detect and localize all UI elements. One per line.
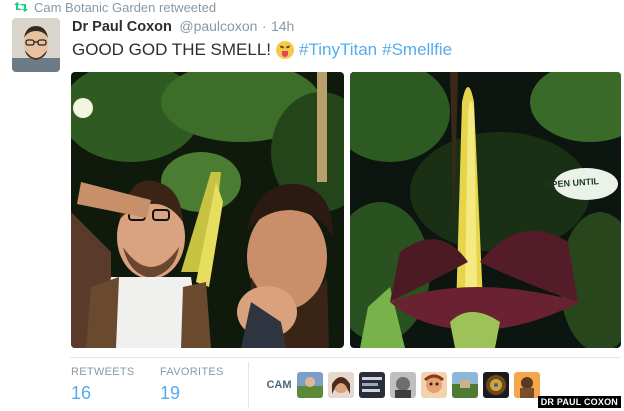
- favorites-label: FAVORITES: [160, 366, 224, 378]
- retweet-icon: [14, 2, 28, 12]
- tweet-timestamp[interactable]: 14h: [271, 18, 294, 34]
- favoriter-logo-text: CAM: [266, 379, 292, 391]
- retweets-label: RETWEETS: [71, 366, 135, 378]
- stats-separator: [248, 362, 249, 408]
- author-name[interactable]: Dr Paul Coxon: [72, 19, 172, 35]
- tweet-text: GOOD GOD THE SMELL! #TinyTitan #Smellfie: [72, 40, 452, 60]
- retweet-context[interactable]: Cam Botanic Garden retweeted: [14, 0, 217, 15]
- favoriter-avatar[interactable]: [452, 372, 478, 398]
- author-handle[interactable]: @paulcoxon: [179, 18, 257, 34]
- favoriter-avatar[interactable]: [328, 372, 354, 398]
- favoriter-avatar[interactable]: CAM: [266, 372, 292, 398]
- tweet-header: Dr Paul Coxon @paulcoxon · 14h: [72, 18, 294, 36]
- favoriter-avatar[interactable]: [297, 372, 323, 398]
- favoriter-avatar[interactable]: [483, 372, 509, 398]
- hashtag-smellfie[interactable]: #Smellfie: [382, 40, 452, 60]
- favoriter-avatar[interactable]: [359, 372, 385, 398]
- favoriters-list: CAM: [266, 372, 540, 398]
- favoriter-avatar[interactable]: [390, 372, 416, 398]
- favorites-count: 19: [160, 383, 181, 403]
- tweet-photo-titan-arum[interactable]: OPEN UNTIL: [350, 72, 621, 348]
- separator-dot: ·: [261, 18, 267, 34]
- retweets-stat[interactable]: RETWEETS 16: [71, 366, 135, 404]
- retweet-context-text: Cam Botanic Garden retweeted: [34, 0, 217, 15]
- author-avatar[interactable]: [12, 18, 60, 72]
- favoriter-avatar[interactable]: [514, 372, 540, 398]
- photo-credit-watermark: DR PAUL COXON: [537, 396, 621, 408]
- favoriter-avatar[interactable]: [421, 372, 447, 398]
- stats-divider: [70, 357, 621, 358]
- hashtag-tinytitan[interactable]: #TinyTitan: [299, 40, 377, 60]
- favorites-stat[interactable]: FAVORITES 19: [160, 366, 224, 404]
- retweets-count: 16: [71, 383, 92, 403]
- tweet-photo-selfie[interactable]: [71, 72, 344, 348]
- tongue-face-emoji-icon: [276, 41, 295, 59]
- tweet-body: GOOD GOD THE SMELL!: [72, 40, 272, 59]
